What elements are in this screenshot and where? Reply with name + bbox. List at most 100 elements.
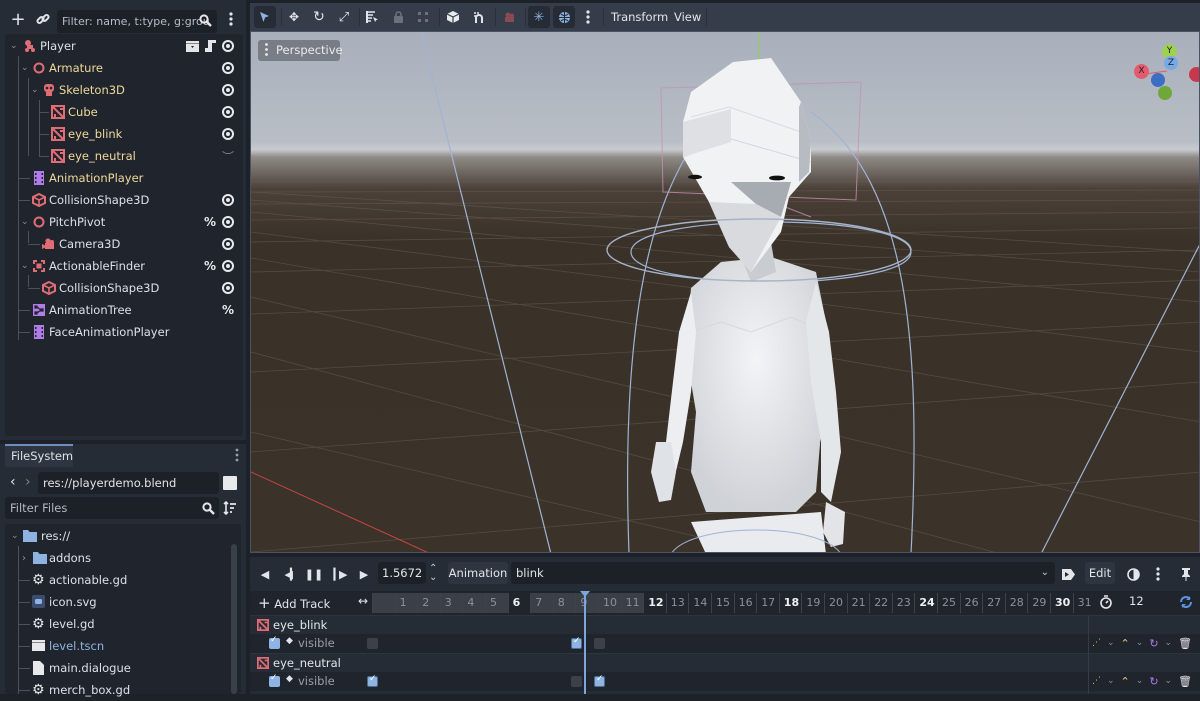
chevron-down-icon[interactable]: ⌄ [1165, 676, 1173, 686]
environment-preview-button[interactable] [553, 6, 575, 28]
timeline-tick[interactable]: 6 [507, 593, 531, 613]
timeline-tick[interactable]: 25 [937, 593, 960, 613]
add-track-button[interactable]: + Add Track [258, 595, 330, 611]
file-item-level-tscn[interactable]: level.tscn [5, 635, 235, 657]
tree-node-faceanimationplayer[interactable]: FaceAnimationPlayer [5, 321, 243, 343]
path-field[interactable]: res://playerdemo.blend [38, 472, 219, 494]
timeline-tick[interactable]: 12 [643, 593, 666, 613]
snap-value-field[interactable]: 12 [1129, 594, 1144, 608]
chevron-down-icon[interactable]: ⌄ [10, 41, 20, 51]
timeline-tick[interactable]: 20 [824, 593, 847, 613]
timeline-ruler[interactable]: + Add Track ↔ 12345678910111213141516171… [250, 591, 1200, 615]
gizmo-x-axis[interactable]: X [1134, 64, 1149, 79]
chevron-down-icon[interactable]: ⌄ [1107, 676, 1115, 686]
play-backwards-from-end-button[interactable]: ◀▎ [280, 564, 300, 584]
tab-filesystem[interactable]: FileSystem [5, 444, 73, 467]
add-node-button[interactable]: + [7, 8, 29, 30]
eye-icon[interactable] [221, 105, 235, 119]
eye-closed-icon[interactable]: ︶ [221, 149, 235, 164]
play-backwards-button[interactable]: ◀ [255, 564, 275, 584]
pause-button[interactable]: ❚❚ [304, 564, 324, 584]
timeline-tick[interactable]: 4 [462, 593, 485, 613]
tree-node-actionablefinder[interactable]: ⌄ ActionableFinder % [5, 255, 243, 277]
timeline-tick[interactable]: 3 [439, 593, 463, 613]
percent-icon[interactable]: % [221, 303, 235, 317]
timeline-tick[interactable]: 22 [869, 593, 892, 613]
timeline-tick[interactable]: 30 [1050, 593, 1073, 613]
eye-icon[interactable] [221, 259, 235, 273]
timeline-tick[interactable]: 11 [620, 593, 644, 613]
chevron-down-icon[interactable]: ⌄ [1136, 676, 1144, 686]
tree-node-animationtree[interactable]: AnimationTree % [5, 299, 243, 321]
group-button[interactable] [412, 6, 434, 28]
update-mode-icon[interactable]: ⋰ [1092, 638, 1101, 648]
onion-skin-button[interactable] [1123, 564, 1143, 584]
tree-node-animationplayer[interactable]: AnimationPlayer [5, 167, 243, 189]
chevron-down-icon[interactable]: ⌄ [1107, 638, 1115, 648]
split-mode-icon[interactable] [223, 476, 237, 490]
trash-icon[interactable]: 🗑 [1178, 675, 1192, 688]
instance-scene-button[interactable] [32, 8, 54, 30]
track-row-eye-neutral-visible[interactable]: ◆ visible [250, 672, 1200, 691]
gizmo-neg-y-axis[interactable] [1158, 86, 1172, 100]
timeline-tick[interactable]: 24 [914, 593, 937, 613]
tree-node-eye-blink[interactable]: eye_blink [5, 123, 243, 145]
timeline-tick[interactable]: 16 [733, 593, 757, 613]
forward-arrow-icon[interactable]: › [25, 474, 31, 490]
move-tool-button[interactable]: ✥ [283, 6, 305, 28]
gizmo-z-axis[interactable]: Z [1164, 56, 1178, 70]
scale-tool-button[interactable]: ⤢ [333, 6, 355, 28]
chevron-down-icon[interactable]: ⌄ [21, 217, 31, 227]
select-tool-button[interactable] [254, 6, 276, 28]
chevron-down-icon[interactable]: ⌄ [31, 85, 41, 95]
chevron-down-icon[interactable]: ⌄ [11, 531, 19, 541]
tree-node-camera3d[interactable]: Camera3D [5, 233, 243, 255]
chevron-down-icon[interactable]: ⌄ [21, 261, 31, 271]
file-item-actionable-gd[interactable]: ⚙ actionable.gd [5, 569, 235, 591]
tree-node-armature[interactable]: ⌄ Armature [5, 57, 243, 79]
percent-icon[interactable]: % [203, 215, 217, 229]
timeline-tick[interactable]: 17 [756, 593, 779, 613]
clapper-icon[interactable] [185, 39, 199, 53]
spinner-icon[interactable]: ⌃ ⌄ [429, 564, 437, 583]
track-group-eye-blink[interactable]: eye_blink [250, 615, 1200, 634]
timeline-tick[interactable]: 1 [394, 593, 418, 613]
timeline-tick[interactable]: 8 [552, 593, 576, 613]
play-button[interactable]: ▶ [354, 564, 374, 584]
filter-files-input[interactable] [5, 497, 219, 519]
keyframe[interactable] [367, 674, 378, 687]
animation-more-button[interactable] [1148, 564, 1168, 584]
tree-node-skeleton3d[interactable]: ⌄ Skeleton3D [5, 79, 243, 101]
kebab-menu-icon[interactable] [235, 448, 239, 465]
edit-menu-button[interactable]: Edit [1085, 562, 1115, 584]
play-from-start-button[interactable]: ▎▶ [329, 564, 349, 584]
playhead[interactable] [580, 591, 590, 694]
timeline-tick[interactable]: 7 [530, 593, 553, 613]
camera-preview-button[interactable] [498, 6, 520, 28]
track-group-eye-neutral[interactable]: eye_neutral [250, 653, 1200, 672]
file-item-main-dialogue[interactable]: main.dialogue [5, 657, 235, 679]
timeline-ticks[interactable]: 1234567891011121314151617181920212223242… [372, 591, 1172, 615]
back-arrow-icon[interactable]: ‹ [10, 474, 16, 490]
chevron-right-icon[interactable]: › [22, 553, 26, 564]
timeline-tick[interactable]: 15 [711, 593, 734, 613]
file-item-root[interactable]: ⌄ res:// [5, 525, 235, 547]
tree-node-cube[interactable]: Cube [5, 101, 243, 123]
eye-icon[interactable] [221, 39, 235, 53]
timeline-tick[interactable]: 21 [846, 593, 870, 613]
file-item-addons[interactable]: › addons [5, 547, 235, 569]
eye-icon[interactable] [221, 127, 235, 141]
chevron-down-icon[interactable]: ⌄ [21, 63, 31, 73]
sort-icon[interactable] [223, 500, 237, 518]
timeline-tick[interactable]: 27 [982, 593, 1005, 613]
animation-select[interactable]: blink ⌄ [511, 562, 1055, 584]
track-enabled-checkbox[interactable] [269, 635, 280, 649]
timeline-tick[interactable]: 29 [1027, 593, 1050, 613]
list-select-button[interactable] [361, 6, 383, 28]
animation-time-field[interactable]: 1.5672 [378, 562, 426, 584]
transform-menu[interactable]: Transform [611, 6, 668, 28]
timeline-tick[interactable]: 5 [485, 593, 508, 613]
keyframe[interactable] [571, 636, 582, 649]
track-enabled-checkbox[interactable] [269, 673, 280, 687]
perspective-menu-button[interactable]: Perspective [258, 40, 343, 61]
